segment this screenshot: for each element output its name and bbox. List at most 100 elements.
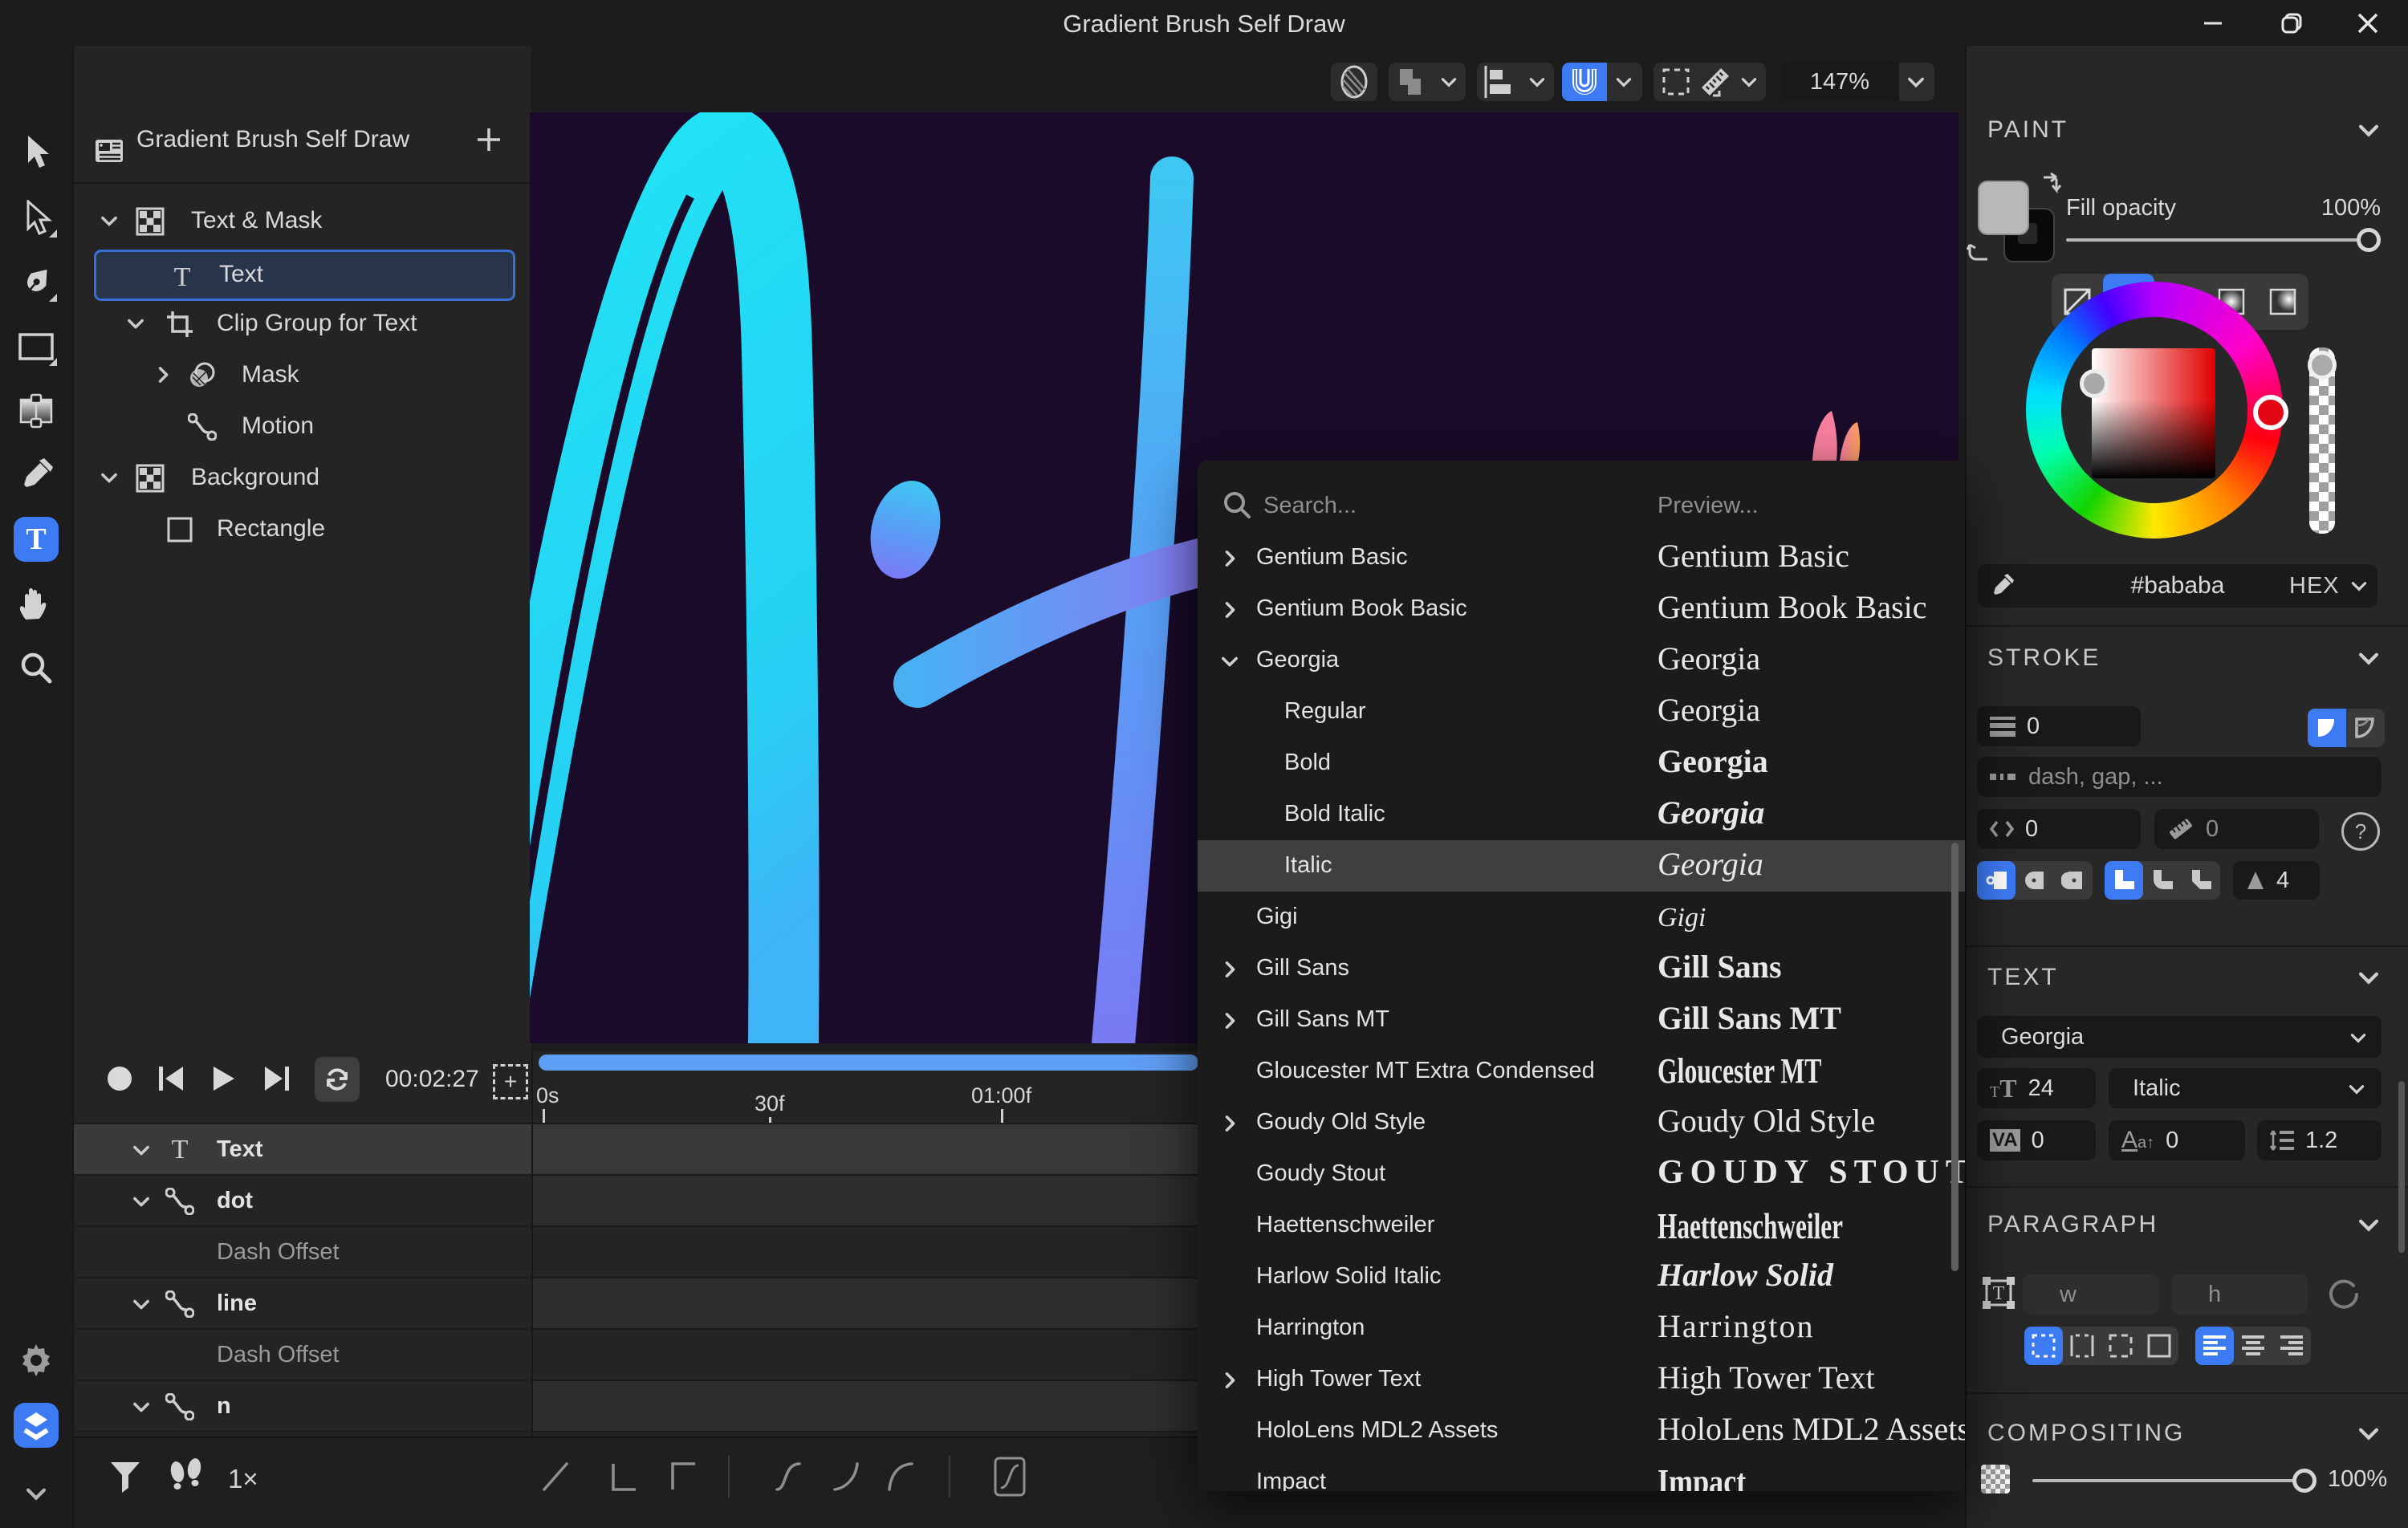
zoom-level-control[interactable]: 147% — [1780, 63, 1934, 101]
filter-icon[interactable] — [109, 1461, 141, 1494]
timeline-layer-line[interactable]: line — [74, 1278, 531, 1330]
zoom-tool[interactable] — [14, 645, 59, 690]
autosize-button[interactable] — [2024, 1327, 2063, 1365]
boolean-ops-button[interactable] — [1389, 63, 1466, 101]
swap-colors-icon[interactable] — [2032, 171, 2064, 203]
font-item-high-tower-text[interactable]: High Tower TextHigh Tower Text — [1198, 1354, 1965, 1405]
chevron-right-icon[interactable] — [152, 364, 176, 388]
layer-opacity-slider-handle[interactable] — [2292, 1469, 2316, 1493]
font-item-georgia[interactable]: GeorgiaGeorgia — [1198, 635, 1965, 686]
font-item-gentium-book-basic[interactable]: Gentium Book BasicGentium Book Basic — [1198, 583, 1965, 635]
font-item-gill-sans[interactable]: Gill SansGill Sans — [1198, 943, 1965, 994]
timeline-layer-dot[interactable]: dot — [74, 1176, 531, 1227]
fill-color-swatch[interactable] — [1978, 181, 2029, 235]
layer-tree-item-clip-group-for-text[interactable]: Clip Group for Text — [74, 299, 531, 350]
timeline-layer-n[interactable]: n — [74, 1381, 531, 1432]
snap-button[interactable] — [1562, 63, 1642, 101]
easing-linear-icon[interactable] — [541, 1461, 570, 1493]
font-item-regular[interactable]: RegularGeorgia — [1198, 686, 1965, 738]
timeline-layer-dash-offset[interactable]: Dash Offset — [74, 1330, 531, 1381]
miter-limit-input[interactable]: 4 — [2233, 861, 2320, 900]
font-size-input[interactable]: TT 24 — [1977, 1068, 2096, 1108]
align-left-button[interactable] — [2195, 1327, 2234, 1365]
font-item-goudy-stout[interactable]: Goudy StoutGOUDY STOUT — [1198, 1148, 1965, 1200]
layers-panel-button[interactable] — [14, 1403, 59, 1448]
minimize-button[interactable] — [2177, 0, 2249, 46]
direct-selection-tool[interactable] — [14, 196, 59, 241]
help-icon[interactable]: ? — [2341, 812, 2380, 851]
chevron-down-icon[interactable] — [130, 1190, 153, 1213]
chevron-down-icon[interactable] — [98, 209, 122, 234]
width-input[interactable]: w — [2023, 1274, 2159, 1315]
dash-pattern-input[interactable]: dash, gap, ... — [1977, 757, 2382, 797]
loop-playback-button[interactable] — [315, 1057, 360, 1102]
font-item-goudy-old-style[interactable]: Goudy Old StyleGoudy Old Style — [1198, 1097, 1965, 1148]
fill-radial-offset-gradient-button[interactable] — [2257, 274, 2308, 330]
hue-handle[interactable] — [2253, 395, 2288, 430]
next-frame-button[interactable] — [263, 1067, 291, 1091]
zoom-level-value[interactable]: 147% — [1780, 63, 1899, 101]
easing-ease-in-icon[interactable] — [886, 1461, 915, 1493]
layer-opacity-slider[interactable] — [2032, 1479, 2315, 1482]
join-bevel-button[interactable] — [2182, 861, 2220, 900]
chevron-right-icon[interactable] — [1218, 599, 1239, 620]
font-preview-input[interactable]: Preview... — [1658, 493, 1759, 519]
font-item-bold-italic[interactable]: Bold ItalicGeorgia — [1198, 789, 1965, 840]
compositing-collapse-icon[interactable] — [2355, 1420, 2382, 1447]
text-tool[interactable]: T — [14, 517, 59, 562]
align-center-button[interactable] — [2234, 1327, 2272, 1365]
layer-tree-item-rectangle[interactable]: Rectangle — [74, 504, 531, 555]
fill-opacity-slider-handle[interactable] — [2357, 228, 2381, 252]
join-round-button[interactable] — [2143, 861, 2182, 900]
font-item-gigi[interactable]: GigiGigi — [1198, 892, 1965, 943]
font-family-select[interactable]: Georgia — [1977, 1016, 2382, 1058]
collapse-chevron-icon[interactable] — [14, 1471, 59, 1516]
stroke-collapse-icon[interactable] — [2355, 644, 2382, 672]
font-item-gentium-basic[interactable]: Gentium BasicGentium Basic — [1198, 532, 1965, 583]
chevron-down-icon[interactable] — [124, 312, 148, 336]
add-layer-button[interactable] — [475, 126, 502, 153]
font-list-scrollbar[interactable] — [1951, 843, 1959, 1271]
chevron-down-icon[interactable] — [1607, 63, 1641, 101]
baseline-shift-input[interactable]: Aa↑ 0 — [2109, 1120, 2245, 1160]
easing-ease-in-out-icon[interactable] — [774, 1461, 803, 1493]
paragraph-collapse-icon[interactable] — [2355, 1211, 2382, 1238]
hand-tool[interactable] — [14, 581, 59, 626]
insert-keyframe-button[interactable]: + — [493, 1064, 528, 1099]
align-right-button[interactable] — [2272, 1327, 2311, 1365]
cap-round-button[interactable] — [2015, 861, 2054, 900]
font-item-gloucester-mt-extra-condensed[interactable]: Gloucester MT Extra CondensedGloucester … — [1198, 1046, 1965, 1097]
chevron-down-icon[interactable] — [1521, 63, 1554, 101]
easing-hold-start-icon[interactable] — [668, 1461, 697, 1493]
font-item-italic[interactable]: ItalicGeorgia — [1198, 840, 1965, 892]
sv-handle[interactable] — [2080, 369, 2109, 398]
footprints-icon[interactable] — [169, 1457, 204, 1496]
font-style-select[interactable]: Italic — [2109, 1068, 2382, 1108]
pen-tool[interactable] — [14, 260, 59, 305]
saturation-value-square[interactable] — [2092, 348, 2215, 478]
paint-collapse-icon[interactable] — [2355, 116, 2382, 144]
timeline-layer-text[interactable]: TText — [74, 1124, 531, 1176]
chevron-down-icon[interactable] — [1733, 63, 1766, 101]
join-miter-button[interactable] — [2105, 861, 2143, 900]
font-item-harlow-solid-italic[interactable]: Harlow Solid ItalicHarlow Solid — [1198, 1251, 1965, 1302]
font-item-bold[interactable]: BoldGeorgia — [1198, 738, 1965, 789]
stroke-width-input[interactable]: 0 — [1977, 706, 2141, 746]
chevron-right-icon[interactable] — [1218, 1010, 1239, 1030]
chevron-down-icon[interactable] — [130, 1139, 153, 1161]
selection-tool[interactable] — [14, 130, 59, 175]
font-search-input[interactable]: Search... — [1263, 493, 1357, 519]
fixed-width-button[interactable] — [2063, 1327, 2101, 1365]
selection-settings-button[interactable] — [1653, 63, 1766, 101]
easing-custom-icon[interactable] — [993, 1456, 1027, 1498]
chevron-down-icon[interactable] — [98, 466, 122, 490]
font-item-hololens-mdl2-assets[interactable]: HoloLens MDL2 AssetsHoloLens MDL2 Assets — [1198, 1405, 1965, 1457]
height-input[interactable]: h — [2171, 1274, 2308, 1315]
align-button[interactable] — [1477, 63, 1554, 101]
chevron-down-icon[interactable] — [2349, 575, 2369, 596]
previous-frame-button[interactable] — [157, 1067, 185, 1091]
settings-gear-icon[interactable] — [14, 1338, 59, 1383]
cap-square-button[interactable] — [2054, 861, 2093, 900]
fixed-size-button[interactable] — [2140, 1327, 2178, 1365]
playback-speed[interactable]: 1× — [228, 1464, 258, 1494]
